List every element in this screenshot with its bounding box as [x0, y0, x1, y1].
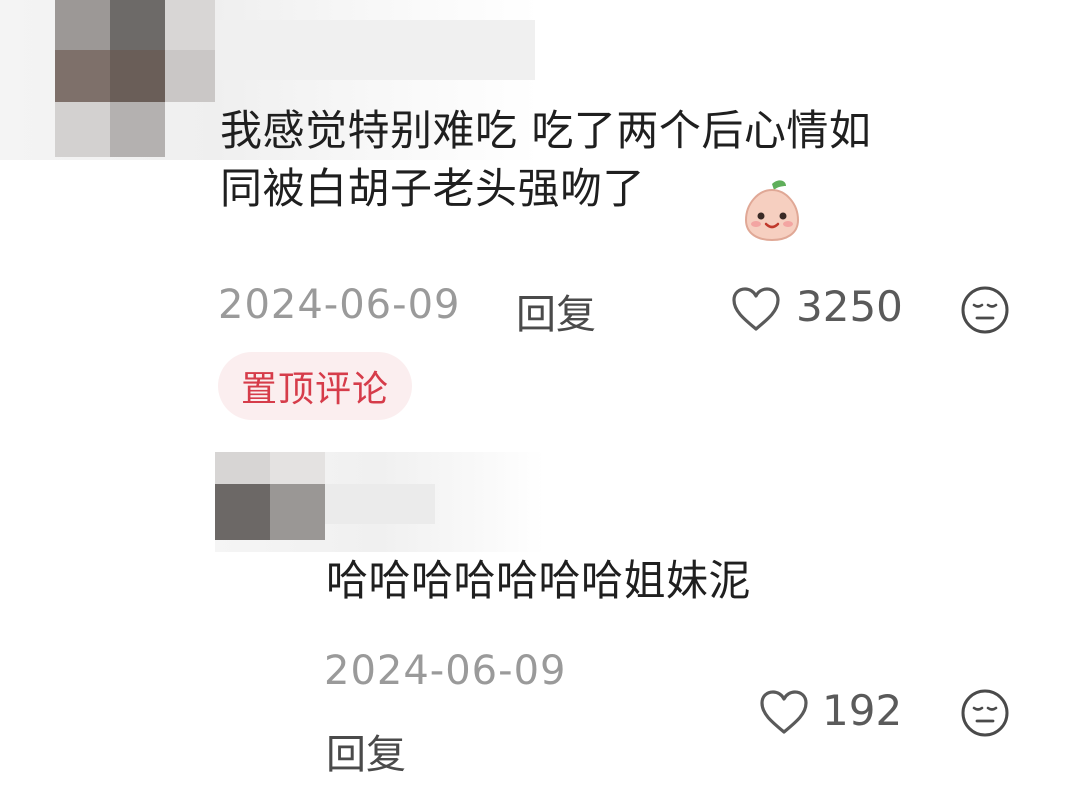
comment-date: 2024-06-09	[218, 282, 461, 328]
reply-date: 2024-06-09	[324, 648, 567, 694]
neutral-face-icon[interactable]	[960, 688, 1010, 738]
heart-outline-icon[interactable]	[758, 688, 810, 736]
reply-avatar[interactable]	[215, 452, 545, 552]
neutral-face-icon[interactable]	[960, 285, 1010, 335]
peach-face-emoji-icon	[744, 180, 800, 242]
pinned-comment-badge: 置顶评论	[218, 352, 412, 420]
comment-reply-button[interactable]: 回复	[516, 282, 596, 340]
reply-text: 哈哈哈哈哈哈哈姐妹泥	[326, 556, 752, 605]
heart-outline-icon[interactable]	[730, 285, 782, 333]
comment-like-count: 3250	[796, 282, 903, 331]
comment-text-line-1: 我感觉特别难吃 吃了两个后心情如	[220, 106, 872, 155]
reply-reply-button[interactable]: 回复	[326, 722, 406, 780]
reply-like-count: 192	[822, 686, 903, 735]
